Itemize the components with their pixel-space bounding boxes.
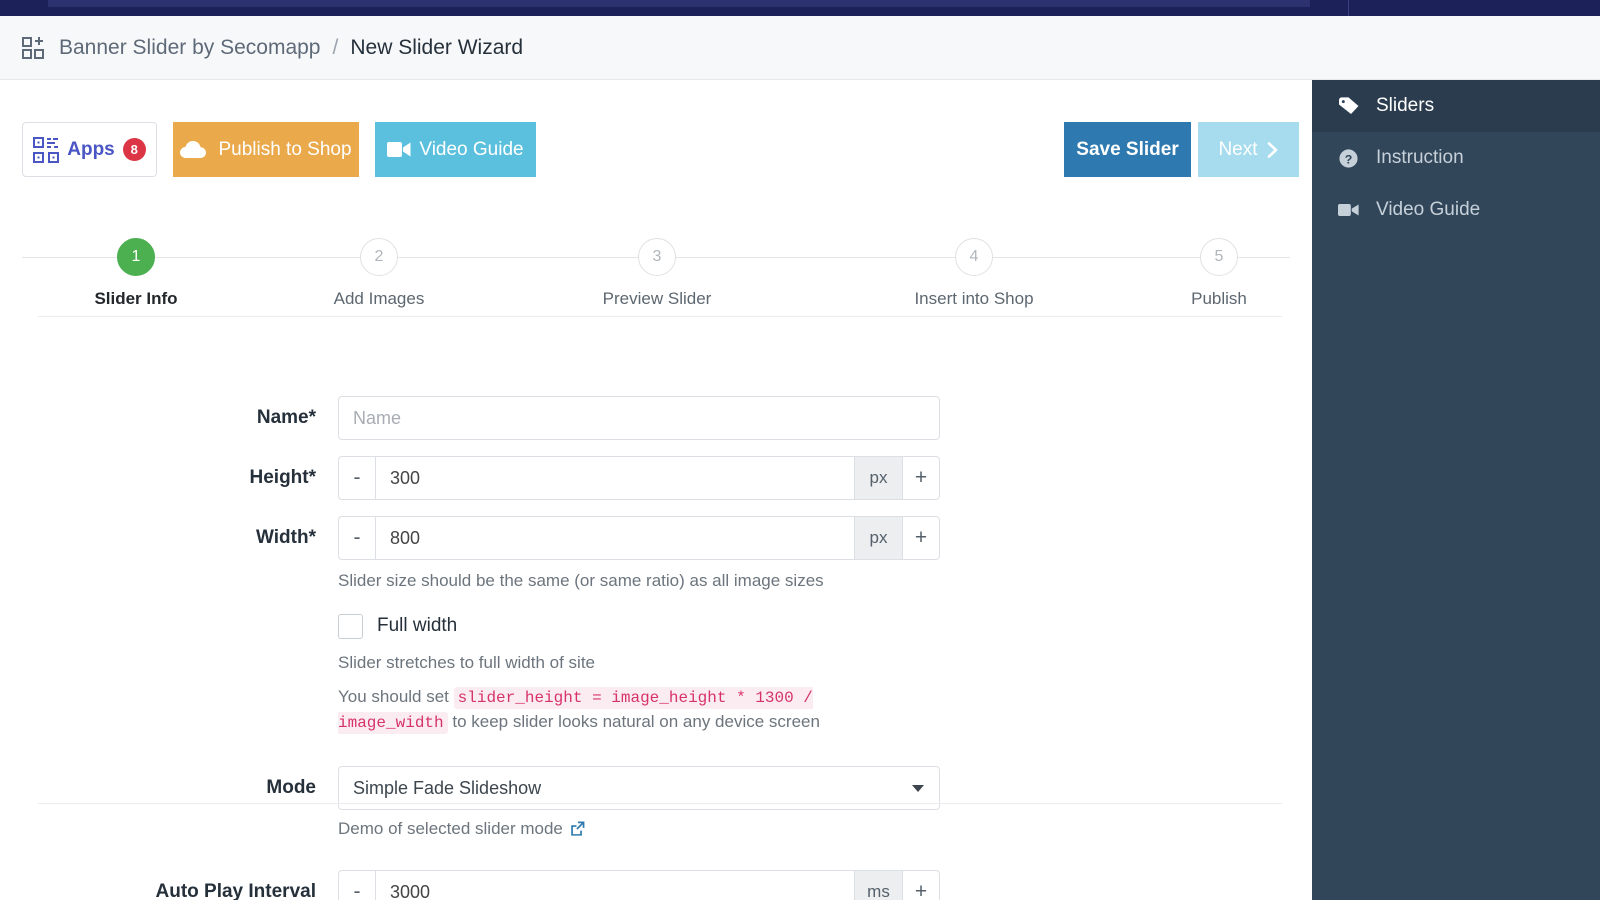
apps-count-badge: 8 [123, 138, 146, 161]
browser-top-bar [0, 0, 1600, 16]
form-row-width: Width* - px + Slider size should be the … [0, 516, 1312, 736]
browser-top-bar-divider [1348, 0, 1349, 16]
autoplay-stepper: - ms + [338, 870, 940, 900]
svg-text:?: ? [1345, 152, 1353, 166]
browser-top-bar-inner [48, 0, 1310, 7]
size-hint-text: Slider size should be the same (or same … [338, 569, 940, 594]
app-root: Banner Slider by Secomapp / New Slider W… [0, 0, 1600, 900]
page-title: New Slider Wizard [350, 36, 523, 60]
step-5-number: 5 [1200, 238, 1238, 276]
formula-hint: You should set slider_height = image_hei… [338, 685, 930, 735]
demo-link[interactable]: Demo of selected slider mode [338, 819, 940, 839]
right-sidebar: Sliders ? Instruction Video Guide [1312, 80, 1600, 900]
width-unit: px [854, 516, 903, 560]
apps-button[interactable]: Apps 8 [22, 122, 157, 177]
step-1-number: 1 [117, 238, 155, 276]
apps-button-label: Apps [67, 139, 115, 161]
full-width-label: Full width [377, 615, 457, 637]
step-2-label: Add Images [299, 289, 459, 309]
sidebar-item-instruction[interactable]: ? Instruction [1312, 132, 1600, 184]
step-2-number: 2 [360, 238, 398, 276]
name-label: Name* [0, 396, 338, 440]
next-button[interactable]: Next [1198, 122, 1299, 177]
demo-link-label: Demo of selected slider mode [338, 819, 563, 839]
publish-to-shop-label: Publish to Shop [218, 139, 351, 161]
divider-top [38, 316, 1282, 317]
height-decrement-button[interactable]: - [338, 456, 375, 500]
sidebar-item-sliders[interactable]: Sliders [1312, 80, 1600, 132]
autoplay-label: Auto Play Interval [0, 870, 338, 900]
video-guide-label: Video Guide [419, 139, 523, 161]
step-5-publish[interactable]: 5 Publish [1139, 208, 1299, 309]
sidebar-item-sliders-label: Sliders [1376, 95, 1434, 117]
height-label: Height* [0, 456, 338, 500]
breadcrumb: Banner Slider by Secomapp / New Slider W… [0, 16, 1600, 80]
video-camera-icon [387, 141, 411, 158]
sidebar-item-instruction-label: Instruction [1376, 147, 1464, 169]
full-width-row: Full width [338, 614, 940, 639]
step-2-add-images[interactable]: 2 Add Images [299, 208, 459, 309]
formula-prefix: You should set [338, 687, 454, 706]
video-guide-button[interactable]: Video Guide [375, 122, 536, 177]
height-unit: px [854, 456, 903, 500]
save-slider-label: Save Slider [1076, 139, 1178, 161]
height-stepper: - px + [338, 456, 940, 500]
breadcrumb-separator: / [333, 36, 339, 60]
step-4-label: Insert into Shop [894, 289, 1054, 309]
question-circle-icon: ? [1338, 148, 1360, 168]
slider-info-form: Name* Height* - px + W [0, 396, 1312, 839]
step-3-label: Preview Slider [577, 289, 737, 309]
height-input[interactable] [375, 456, 854, 500]
width-decrement-button[interactable]: - [338, 516, 375, 560]
main-content: Apps 8 Publish to Shop Vide [0, 80, 1312, 900]
sidebar-item-video-guide[interactable]: Video Guide [1312, 184, 1600, 236]
tag-icon [1338, 96, 1360, 116]
video-camera-icon [1338, 200, 1360, 220]
form-row-height: Height* - px + [0, 456, 1312, 500]
next-button-label: Next [1218, 139, 1257, 161]
width-label: Width* [0, 516, 338, 560]
full-width-checkbox[interactable] [338, 614, 363, 639]
apps-grid-plus-icon [22, 36, 46, 60]
publish-to-shop-button[interactable]: Publish to Shop [173, 122, 359, 177]
step-1-slider-info[interactable]: 1 Slider Info [56, 208, 216, 309]
qr-code-icon [33, 137, 59, 163]
step-5-label: Publish [1139, 289, 1299, 309]
step-4-number: 4 [955, 238, 993, 276]
autoplay-increment-button[interactable]: + [903, 870, 940, 900]
form-row-autoplay: Auto Play Interval - ms + Interval (in m… [0, 870, 1312, 900]
height-increment-button[interactable]: + [903, 456, 940, 500]
width-stepper: - px + [338, 516, 940, 560]
autoplay-decrement-button[interactable]: - [338, 870, 375, 900]
step-1-label: Slider Info [56, 289, 216, 309]
step-4-insert-into-shop[interactable]: 4 Insert into Shop [894, 208, 1054, 309]
autoplay-unit: ms [854, 870, 903, 900]
width-input[interactable] [375, 516, 854, 560]
autoplay-section: Auto Play Interval - ms + Interval (in m… [0, 870, 1312, 900]
full-width-hint: Slider stretches to full width of site [338, 651, 940, 676]
divider-bottom [38, 803, 1282, 804]
width-increment-button[interactable]: + [903, 516, 940, 560]
name-input[interactable] [338, 396, 940, 440]
step-3-number: 3 [638, 238, 676, 276]
step-3-preview-slider[interactable]: 3 Preview Slider [577, 208, 737, 309]
action-toolbar: Apps 8 Publish to Shop Vide [0, 80, 1312, 180]
external-link-icon [570, 821, 585, 836]
cloud-icon [180, 141, 206, 159]
save-slider-button[interactable]: Save Slider [1064, 122, 1191, 177]
wizard-stepper: 1 Slider Info 2 Add Images 3 Preview Sli… [0, 208, 1312, 308]
sidebar-item-video-guide-label: Video Guide [1376, 199, 1480, 221]
form-row-name: Name* [0, 396, 1312, 440]
formula-suffix: to keep slider looks natural on any devi… [448, 712, 820, 731]
autoplay-input[interactable] [375, 870, 854, 900]
chevron-right-icon [1267, 142, 1279, 158]
breadcrumb-app-name[interactable]: Banner Slider by Secomapp [59, 36, 321, 60]
